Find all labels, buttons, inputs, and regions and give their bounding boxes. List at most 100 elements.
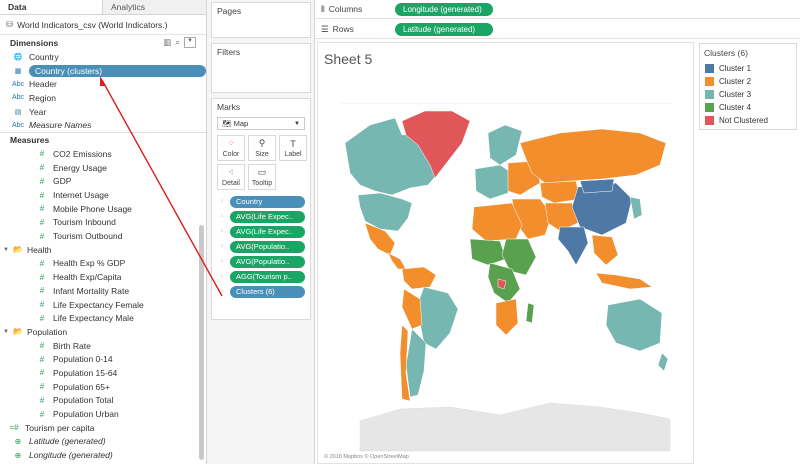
legend-swatch xyxy=(705,77,714,86)
dimension-field[interactable]: ▦ Country (clusters) xyxy=(8,64,206,78)
columns-pill[interactable]: Longitude (generated) xyxy=(395,2,493,16)
pane-tabs: Data Analytics xyxy=(0,0,206,15)
legend-item[interactable]: Cluster 2 xyxy=(700,75,796,88)
columns-shelf[interactable]: ⦀ Columns Longitude (generated) xyxy=(315,0,800,19)
marks-detail-button[interactable]: ⁖ Detail xyxy=(217,164,245,190)
map-region-scandinavia[interactable] xyxy=(487,124,523,166)
map-region-brazil[interactable] xyxy=(417,286,459,350)
measure-field[interactable]: # Population Urban xyxy=(0,407,206,421)
marks-pill-row: ⁖ Country xyxy=(217,195,305,208)
map-region-russia[interactable] xyxy=(519,128,667,184)
cluster-icon: ▦ xyxy=(14,67,22,75)
tab-data[interactable]: Data xyxy=(0,0,103,14)
mark-type-dropdown[interactable]: 🗺 Map ▼ xyxy=(217,117,305,130)
measure-field[interactable]: # GDP xyxy=(0,175,206,189)
filters-card[interactable]: Filters xyxy=(211,43,311,93)
map-region-antarctica[interactable] xyxy=(359,402,671,452)
marks-card: Marks 🗺 Map ▼ ⁘ Color ⚲ Size T Label ⁖ Detail ▭ T… xyxy=(211,98,311,320)
dimension-field[interactable]: Abc Header xyxy=(0,77,206,91)
rows-pill[interactable]: Latitude (generated) xyxy=(395,22,493,36)
measure-field[interactable]: # Population Total xyxy=(0,394,206,408)
measure-field-label: Infant Mortality Rate xyxy=(53,285,130,296)
measure-field[interactable]: # Infant Mortality Rate xyxy=(0,284,206,298)
measure-field[interactable]: =# Tourism per capita xyxy=(0,421,206,435)
map-region-southern-africa[interactable] xyxy=(495,298,519,336)
map-region-australia[interactable] xyxy=(605,298,663,352)
number-icon: # xyxy=(39,272,45,282)
folder-icon: 📂 xyxy=(13,245,23,255)
measure-field[interactable]: # Health Exp % GDP xyxy=(0,257,206,271)
columns-shelf-label-wrap: ⦀ Columns xyxy=(315,4,395,15)
map-region-north-africa[interactable] xyxy=(471,202,523,242)
data-pane-scrollbar[interactable] xyxy=(199,225,204,460)
measure-field[interactable]: # Energy Usage xyxy=(0,161,206,175)
map-region-southeast-asia[interactable] xyxy=(591,234,619,266)
legend-item[interactable]: Cluster 1 xyxy=(700,62,796,75)
measure-field-label: Tourism per capita xyxy=(25,422,95,433)
map-region-mongolia[interactable] xyxy=(579,178,615,194)
measure-field[interactable]: # Life Expectancy Male xyxy=(0,311,206,325)
map-region-new-zealand[interactable] xyxy=(657,352,669,372)
tab-analytics[interactable]: Analytics xyxy=(103,0,206,14)
legend-item[interactable]: Not Clustered xyxy=(700,114,796,127)
marks-field-pill[interactable]: AGG(Tourism p.. xyxy=(230,270,305,283)
map-copyright[interactable]: © 2018 Mapbox © OpenStreetMap xyxy=(324,454,409,460)
measure-field[interactable]: # Internet Usage xyxy=(0,188,206,202)
marks-field-pill[interactable]: AVG(Life Expec.. xyxy=(230,225,305,238)
map-region-colombia-venezuela[interactable] xyxy=(401,266,437,290)
measure-field[interactable]: # Population 0-14 xyxy=(0,352,206,366)
measure-field-label: Latitude (generated) xyxy=(29,436,106,447)
measure-folder[interactable]: ▼ 📂 Health xyxy=(0,243,206,257)
legend-item[interactable]: Cluster 3 xyxy=(700,88,796,101)
measure-field[interactable]: ⊕ Latitude (generated) xyxy=(0,435,206,449)
map-region-japan-korea[interactable] xyxy=(629,196,643,220)
marks-size-button[interactable]: ⚲ Size xyxy=(248,135,276,161)
measure-field[interactable]: ⊕ Longitude (generated) xyxy=(0,448,206,462)
measure-field[interactable]: # Tourism Outbound xyxy=(0,229,206,243)
sheet-title[interactable]: Sheet 5 xyxy=(324,51,372,67)
caret-down-icon[interactable]: ▼ xyxy=(3,329,9,335)
pages-card[interactable]: Pages xyxy=(211,2,311,38)
measure-field[interactable]: # Birth Rate xyxy=(0,339,206,353)
marks-label-button[interactable]: T Label xyxy=(279,135,307,161)
view-list-icon[interactable]: ▥ xyxy=(163,37,171,48)
marks-field-pill[interactable]: AVG(Life Expec.. xyxy=(230,210,305,223)
map-region-indonesia[interactable] xyxy=(595,272,653,290)
dimension-field[interactable]: 🌐 Country xyxy=(0,50,206,64)
datasource-row[interactable]: ⛁ World Indicators_csv (World Indicators… xyxy=(0,15,206,35)
measure-field[interactable]: # Population 65+ xyxy=(0,380,206,394)
map-region-india[interactable] xyxy=(557,226,589,266)
legend-title[interactable]: Clusters (6) xyxy=(700,44,796,62)
world-map[interactable] xyxy=(340,103,672,463)
dimension-field[interactable]: Abc Region xyxy=(0,91,206,105)
marks-tooltip-button[interactable]: ▭ Tooltip xyxy=(248,164,276,190)
map-region-west-africa[interactable] xyxy=(469,238,507,266)
map-region-western-europe[interactable] xyxy=(474,164,513,200)
number-icon: # xyxy=(39,217,45,227)
map-region-madagascar[interactable] xyxy=(525,302,535,324)
caret-down-icon[interactable]: ▼ xyxy=(3,247,9,253)
measure-field[interactable]: # Tourism Inbound xyxy=(0,216,206,230)
dropdown-menu-icon[interactable]: ▼ xyxy=(184,37,196,48)
marks-field-pill[interactable]: AVG(Populatio.. xyxy=(230,255,305,268)
measure-field[interactable]: # Population 15-64 xyxy=(0,366,206,380)
dimension-field[interactable]: ▤ Year xyxy=(0,105,206,119)
marks-color-button[interactable]: ⁘ Color xyxy=(217,135,245,161)
map-region-peru-bolivia[interactable] xyxy=(401,288,423,330)
rows-shelf[interactable]: ☰ Rows Latitude (generated) xyxy=(315,20,800,39)
marks-field-pill[interactable]: Country xyxy=(230,195,305,208)
legend-item-label: Not Clustered xyxy=(719,116,768,125)
search-icon[interactable]: ⌕ xyxy=(175,37,180,48)
measure-field-label: Health Exp/Capita xyxy=(53,272,122,283)
marks-field-pill[interactable]: AVG(Populatio.. xyxy=(230,240,305,253)
measure-folder[interactable]: ▼ 📂 Population xyxy=(0,325,206,339)
legend-item[interactable]: Cluster 4 xyxy=(700,101,796,114)
dimension-field[interactable]: Abc Measure Names xyxy=(0,118,206,132)
marks-field-pill[interactable]: Clusters (6) xyxy=(230,285,305,298)
measure-field[interactable]: # CO2 Emissions xyxy=(0,147,206,161)
measure-field[interactable]: # Health Exp/Capita xyxy=(0,270,206,284)
measure-field[interactable]: # Mobile Phone Usage xyxy=(0,202,206,216)
measure-field[interactable]: # Life Expectancy Female xyxy=(0,298,206,312)
pages-title: Pages xyxy=(217,6,242,16)
map-region-central-america[interactable] xyxy=(387,252,407,270)
